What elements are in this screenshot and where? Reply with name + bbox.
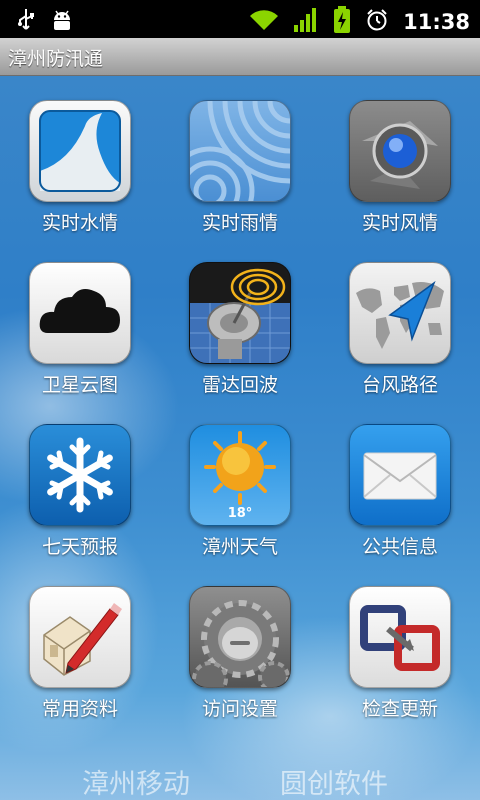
- app-label: 检查更新: [361, 698, 438, 720]
- weather-temperature: 18°: [228, 506, 253, 521]
- title-bar: 漳州防汛通: [0, 38, 480, 76]
- app-label: 七天预报: [41, 536, 118, 558]
- app-label: 访问设置: [201, 698, 278, 720]
- footer-left-text: 漳州移动: [82, 769, 190, 800]
- app-realtime-rain[interactable]: 实时雨情: [175, 100, 305, 235]
- app-label: 雷达回波: [201, 374, 278, 396]
- rain-waves-icon[interactable]: [189, 100, 291, 202]
- update-squares-icon[interactable]: [349, 586, 451, 688]
- radar-dish-icon[interactable]: [189, 262, 291, 364]
- status-bar-right: 11:38: [249, 6, 470, 38]
- battery-charging-icon: [333, 6, 351, 38]
- footer-right-text: 圆创软件: [280, 769, 388, 800]
- status-bar: 11:38: [0, 0, 480, 38]
- footer: 漳州移动 圆创软件: [0, 762, 480, 800]
- sun-icon[interactable]: 18°: [189, 424, 291, 526]
- gears-icon[interactable]: [189, 586, 291, 688]
- main-content: 实时水情 实时雨情 实时风情 卫星云图 雷达回波 台风路径 七天预报 18° 漳…: [0, 76, 480, 800]
- app-public-info[interactable]: 公共信息: [335, 424, 465, 559]
- app-title: 漳州防汛通: [8, 48, 104, 70]
- app-label: 漳州天气: [201, 536, 278, 558]
- app-typhoon-path[interactable]: 台风路径: [335, 262, 465, 397]
- clock-time: 11:38: [403, 10, 470, 34]
- app-realtime-water[interactable]: 实时水情: [15, 100, 145, 235]
- app-label: 实时水情: [41, 212, 118, 234]
- app-zhangzhou-weather[interactable]: 18° 漳州天气: [175, 424, 305, 559]
- app-label: 实时风情: [361, 212, 438, 234]
- alarm-icon: [365, 8, 389, 36]
- signal-icon: [293, 7, 319, 37]
- snowflake-icon[interactable]: [29, 424, 131, 526]
- android-debug-icon: [50, 9, 74, 35]
- app-access-settings[interactable]: 访问设置: [175, 586, 305, 721]
- status-bar-left: [16, 8, 74, 36]
- sketch-pencil-icon[interactable]: [29, 586, 131, 688]
- app-satellite-cloud[interactable]: 卫星云图: [15, 262, 145, 397]
- map-arrow-icon[interactable]: [349, 262, 451, 364]
- envelope-icon[interactable]: [349, 424, 451, 526]
- app-common-documents[interactable]: 常用资料: [15, 586, 145, 721]
- cloud-icon[interactable]: [29, 262, 131, 364]
- app-radar-echo[interactable]: 雷达回波: [175, 262, 305, 397]
- app-realtime-wind[interactable]: 实时风情: [335, 100, 465, 235]
- app-seven-day-forecast[interactable]: 七天预报: [15, 424, 145, 559]
- app-label: 台风路径: [361, 374, 438, 396]
- app-label: 常用资料: [41, 698, 118, 720]
- usb-icon: [16, 8, 36, 36]
- app-check-update[interactable]: 检查更新: [335, 586, 465, 721]
- app-label: 卫星云图: [41, 374, 118, 396]
- app-label: 实时雨情: [201, 212, 278, 234]
- app-label: 公共信息: [361, 536, 438, 558]
- wifi-icon: [249, 8, 279, 36]
- wind-orb-icon[interactable]: [349, 100, 451, 202]
- wave-icon[interactable]: [29, 100, 131, 202]
